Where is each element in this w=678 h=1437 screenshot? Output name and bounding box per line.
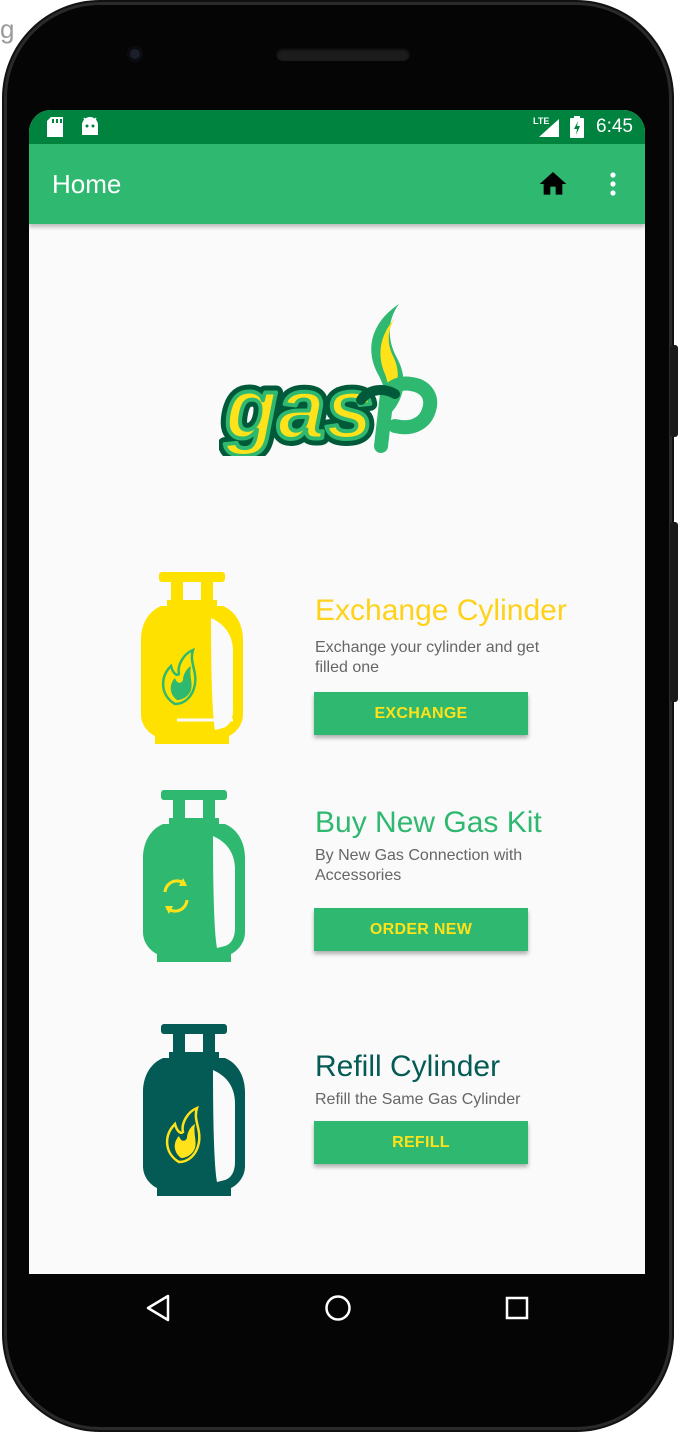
recents-icon[interactable] [504, 1292, 530, 1329]
refill-button[interactable]: REFILL [314, 1121, 528, 1164]
buy-new-cylinder-icon [139, 788, 249, 969]
exchange-card-description: Exchange your cylinder and get filled on… [315, 639, 540, 676]
volume-button [670, 345, 678, 437]
front-camera [127, 46, 143, 62]
more-vert-icon[interactable] [601, 166, 625, 202]
android-icon [80, 117, 100, 142]
exchange-card-title: Exchange Cylinder [315, 594, 567, 627]
home-circle-icon[interactable] [323, 1292, 353, 1329]
svg-text:gas: gas [224, 361, 373, 456]
phone-screen: LTE 6:45 Home gas gas Exchange Cylinder … [29, 110, 645, 1274]
navigation-bar [29, 1274, 645, 1346]
gasp-logo: gas gas [217, 296, 455, 464]
refill-cylinder-icon [139, 1022, 249, 1203]
back-icon[interactable] [144, 1292, 172, 1329]
order-new-button[interactable]: ORDER NEW [314, 908, 528, 951]
app-bar: Home [29, 144, 645, 224]
sd-card-icon [47, 117, 63, 142]
battery-icon [570, 116, 584, 143]
background-text-fragment: g [0, 14, 15, 44]
exchange-cylinder-icon [137, 570, 247, 751]
status-time: 6:45 [596, 116, 633, 137]
earpiece-speaker [276, 47, 410, 61]
buy-new-card-description: By New Gas Connection with Accessories [315, 847, 523, 884]
buy-new-card-title: Buy New Gas Kit [315, 806, 542, 839]
refill-card-title: Refill Cylinder [315, 1050, 501, 1083]
power-button [670, 522, 678, 702]
home-icon[interactable] [537, 168, 569, 200]
page-title: Home [52, 169, 122, 199]
status-bar: LTE 6:45 [29, 110, 645, 144]
refill-card-description: Refill the Same Gas Cylinder [315, 1091, 521, 1108]
exchange-button[interactable]: EXCHANGE [314, 692, 528, 735]
signal-icon [539, 119, 559, 142]
